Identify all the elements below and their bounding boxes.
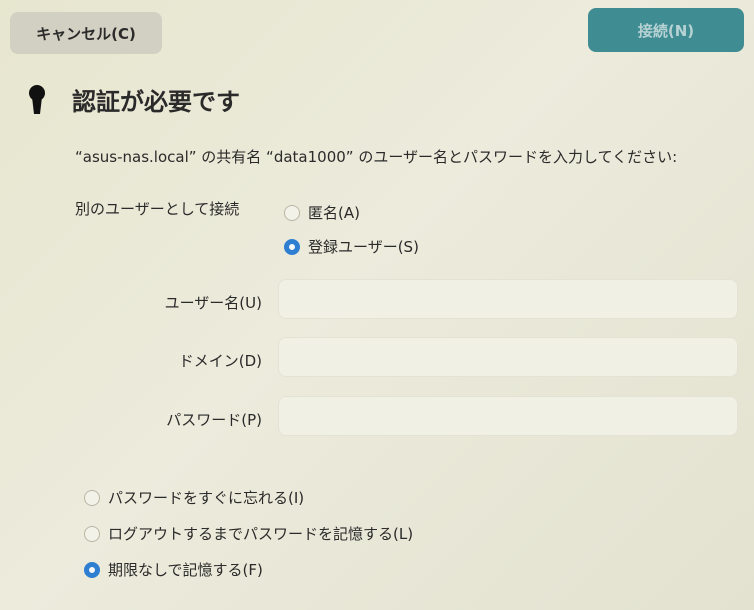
auth-message: “asus-nas.local” の共有名 “data1000” のユーザー名と… <box>75 148 678 166</box>
radio-remember-until-logout-indicator[interactable] <box>84 525 100 542</box>
dialog-header: 認証が必要です <box>22 82 240 117</box>
radio-registered-user-label: 登録ユーザー(S) <box>308 238 419 256</box>
radio-forget-immediately[interactable]: パスワードをすぐに忘れる(I) <box>84 487 304 508</box>
radio-forget-immediately-label: パスワードをすぐに忘れる(I) <box>108 489 305 507</box>
password-field[interactable] <box>278 396 738 436</box>
connect-as-label: 別のユーザーとして接続 <box>75 200 240 218</box>
radio-anonymous-indicator[interactable] <box>284 204 300 221</box>
radio-forget-immediately-indicator[interactable] <box>84 489 100 506</box>
radio-anonymous[interactable]: 匿名(A) <box>284 202 360 223</box>
radio-anonymous-label: 匿名(A) <box>308 204 360 222</box>
radio-remember-forever-label: 期限なしで記憶する(F) <box>108 561 263 579</box>
keyhole-icon <box>22 83 52 117</box>
radio-remember-until-logout-label: ログアウトするまでパスワードを記憶する(L) <box>108 525 414 543</box>
radio-remember-until-logout[interactable]: ログアウトするまでパスワードを記憶する(L) <box>84 523 413 544</box>
radio-registered-user[interactable]: 登録ユーザー(S) <box>284 236 419 257</box>
username-field[interactable] <box>278 279 738 319</box>
password-label: パスワード(P) <box>166 411 262 429</box>
connect-button[interactable]: 接続(N) <box>588 8 744 52</box>
radio-registered-user-indicator[interactable] <box>284 238 300 255</box>
cancel-button[interactable]: キャンセル(C) <box>10 12 162 54</box>
domain-field[interactable] <box>278 337 738 377</box>
radio-remember-forever-indicator[interactable] <box>84 561 100 578</box>
domain-label: ドメイン(D) <box>178 352 262 370</box>
dialog-title: 認証が必要です <box>72 88 240 116</box>
username-label: ユーザー名(U) <box>164 294 262 312</box>
radio-remember-forever[interactable]: 期限なしで記憶する(F) <box>84 559 263 580</box>
